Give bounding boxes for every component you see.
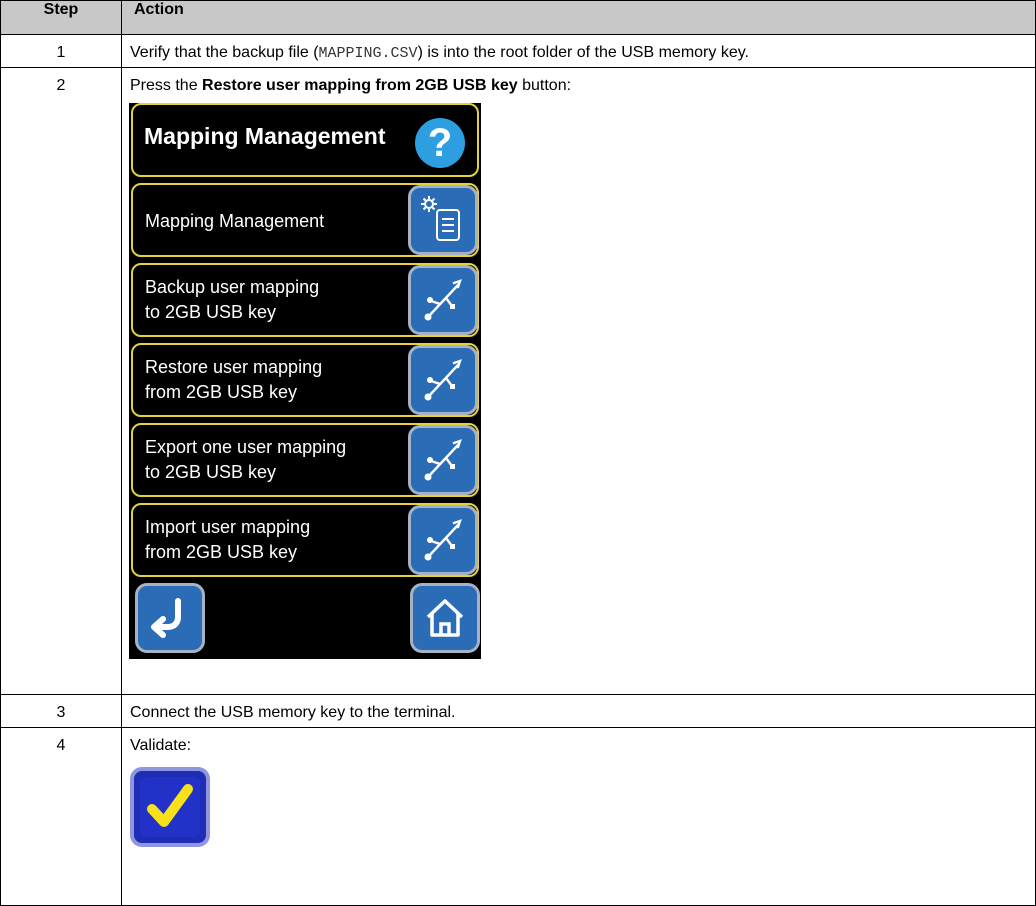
hmi-item-label: to 2GB USB key xyxy=(145,302,277,322)
hmi-item-label: from 2GB USB key xyxy=(145,542,298,562)
usb-icon[interactable] xyxy=(408,425,478,495)
hmi-item-label: from 2GB USB key xyxy=(145,382,298,402)
help-icon[interactable]: ? xyxy=(415,118,465,168)
button-reference: Restore user mapping from 2GB USB key xyxy=(202,77,518,94)
step-action: Press the Restore user mapping from 2GB … xyxy=(121,67,1036,695)
hmi-title: Mapping Management xyxy=(144,123,386,149)
step-action: Connect the USB memory key to the termin… xyxy=(121,694,1036,728)
table-row: 3 Connect the USB memory key to the term… xyxy=(0,694,1036,728)
filename-code: MAPPING.CSV xyxy=(318,45,418,62)
step-number: 3 xyxy=(0,694,122,728)
hmi-item-restore[interactable]: Restore user mapping from 2GB USB key xyxy=(131,343,479,417)
usb-icon[interactable] xyxy=(408,345,478,415)
hmi-item-label: to 2GB USB key xyxy=(145,462,277,482)
hmi-item-backup[interactable]: Backup user mapping to 2GB USB key xyxy=(131,263,479,337)
hmi-title-bar: Mapping Management ? xyxy=(131,103,479,177)
step-number: 2 xyxy=(0,67,122,695)
header-step: Step xyxy=(0,0,122,35)
step-number: 4 xyxy=(0,727,122,906)
back-icon[interactable] xyxy=(135,583,205,653)
settings-list-icon[interactable] xyxy=(408,185,478,255)
hmi-item-label: Backup user mapping xyxy=(145,277,320,297)
checkmark-icon[interactable] xyxy=(130,767,210,847)
header-action: Action xyxy=(121,0,1036,35)
step-number: 1 xyxy=(0,34,122,68)
steps-table: Step Action 1 Verify that the backup fil… xyxy=(0,0,1036,906)
validate-icon-inner xyxy=(140,777,200,837)
hmi-item-mapping-management[interactable]: Mapping Management xyxy=(131,183,479,257)
table-row: 1 Verify that the backup file (MAPPING.C… xyxy=(0,34,1036,68)
hmi-item-import[interactable]: Import user mapping from 2GB USB key xyxy=(131,503,479,577)
hmi-item-label: Mapping Management xyxy=(145,211,325,231)
hmi-item-label: Import user mapping xyxy=(145,517,311,537)
step-action: Verify that the backup file (MAPPING.CSV… xyxy=(121,34,1036,68)
home-icon[interactable] xyxy=(410,583,480,653)
hmi-item-label: Restore user mapping xyxy=(145,357,323,377)
table-row: 2 Press the Restore user mapping from 2G… xyxy=(0,67,1036,695)
step-action: Validate: xyxy=(121,727,1036,906)
hmi-screen: Mapping Management ? Mapping Management … xyxy=(129,103,481,659)
usb-icon[interactable] xyxy=(408,265,478,335)
hmi-item-export[interactable]: Export one user mapping to 2GB USB key xyxy=(131,423,479,497)
usb-icon[interactable] xyxy=(408,505,478,575)
hmi-item-label: Export one user mapping xyxy=(145,437,347,457)
table-row: 4 Validate: xyxy=(0,727,1036,906)
